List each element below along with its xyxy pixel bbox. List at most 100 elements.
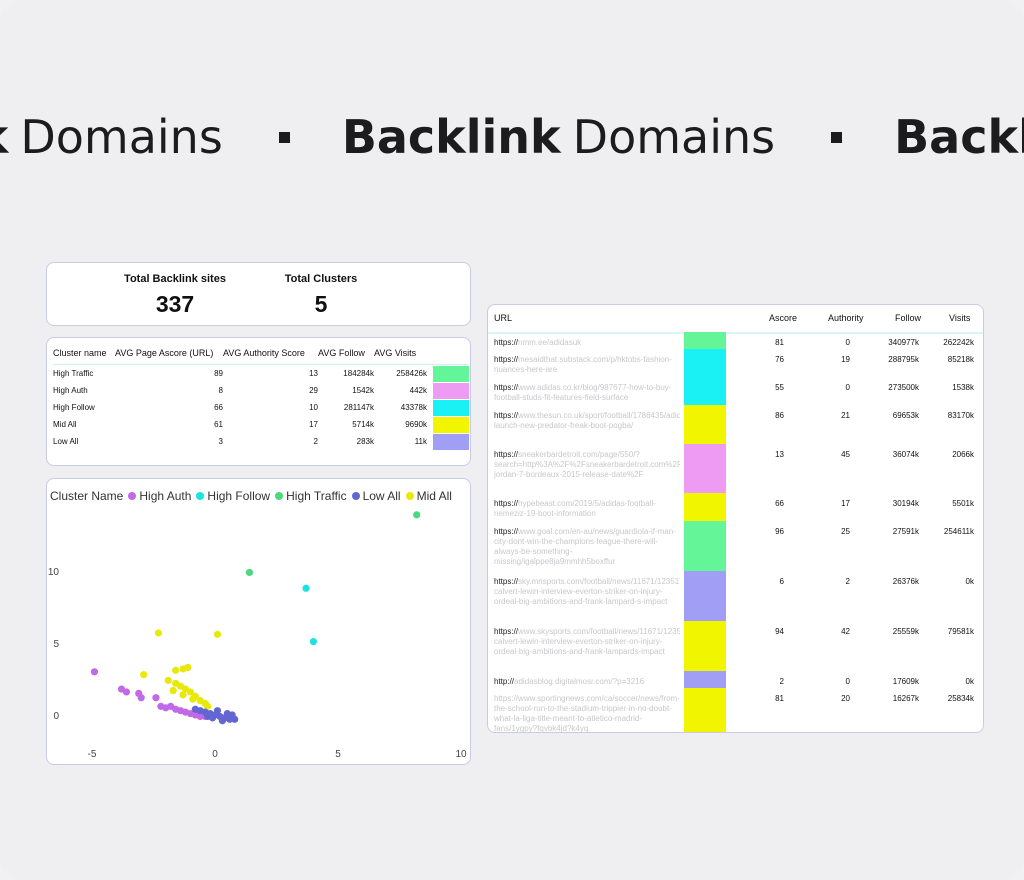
- point-mid-all[interactable]: [164, 676, 172, 685]
- cell-visits: 2066k: [952, 450, 974, 459]
- column-header[interactable]: AVG Authority Score: [223, 344, 318, 365]
- marquee-text: Domains: [572, 110, 776, 164]
- cell-follow: 25559k: [892, 627, 919, 636]
- cell-ascore: 81: [775, 694, 784, 703]
- column-header[interactable]: AVG Follow: [318, 344, 374, 365]
- kpi-value: 5: [314, 291, 328, 317]
- point-low-all[interactable]: [218, 717, 226, 725]
- point-high-auth[interactable]: [122, 688, 131, 696]
- column-header[interactable]: AVG Page Ascore (URL): [115, 344, 223, 365]
- cell-url[interactable]: https://www.skysports.com/football/news/…: [494, 627, 680, 673]
- column-header-authority[interactable]: Authority: [828, 313, 864, 323]
- cell-name: High Follow: [53, 403, 95, 412]
- url-path: sneakerbardetroit.com/page/550/?search=h…: [494, 450, 680, 479]
- cluster-color-bar: [684, 377, 726, 405]
- column-header-visits[interactable]: Visits: [949, 313, 970, 323]
- point-mid-all[interactable]: [140, 671, 148, 679]
- table-row[interactable]: https://hypebeast.com/2019/5/adidas-foot…: [488, 493, 983, 523]
- column-header-ascore[interactable]: Ascore: [769, 313, 797, 323]
- table-row[interactable]: https://www.goal.com/en-au/news/guardiol…: [488, 521, 983, 573]
- point-high-traffic[interactable]: [413, 511, 421, 519]
- point-mid-all[interactable]: [172, 666, 180, 674]
- cell-ascore: 3: [218, 437, 223, 446]
- cell-name: Mid All: [53, 420, 77, 429]
- column-header-follow[interactable]: Follow: [895, 313, 921, 323]
- point-high-auth[interactable]: [152, 694, 160, 702]
- cell-follow: 288795k: [888, 355, 919, 364]
- table-row[interactable]: https://nmm.ee/adidasuk 81 0 340977k 262242k: [488, 332, 983, 349]
- table-row[interactable]: http://adidasblog.digitalmosr.com/?p=321…: [488, 671, 983, 688]
- cluster-scatter-chart: Cluster Name High Auth High Follow High Tr…: [46, 478, 471, 765]
- cell-url[interactable]: https://www.goal.com/en-au/news/guardiol…: [494, 527, 680, 573]
- cell-url[interactable]: https://hypebeast.com/2019/5/adidas-foot…: [494, 499, 680, 523]
- cell-follow: 16267k: [892, 694, 919, 703]
- point-high-traffic[interactable]: [245, 568, 254, 577]
- cell-authority: 0: [845, 677, 850, 686]
- cell-url[interactable]: https://www.sportingnews.com/ca/soccer/n…: [494, 694, 680, 732]
- column-header[interactable]: Cluster name: [53, 344, 115, 365]
- cell-visits: 1538k: [952, 383, 974, 392]
- column-header[interactable]: AVG Visits: [374, 344, 427, 365]
- cell-authority: 10: [309, 403, 318, 412]
- cluster-color-bar: [684, 571, 726, 621]
- marquee-bold-text: nk: [0, 110, 8, 164]
- point-high-follow[interactable]: [309, 637, 317, 646]
- cell-visits: 0k: [965, 577, 974, 586]
- table-row[interactable]: https://sky.mnsports.com/football/news/1…: [488, 571, 983, 623]
- cell-ascore: 76: [775, 355, 784, 364]
- table-row[interactable]: Mid All 61 17 5714k 9690k: [53, 416, 469, 433]
- point-mid-all[interactable]: [179, 691, 187, 699]
- cluster-color-bar: [684, 349, 726, 377]
- point-mid-all[interactable]: [184, 663, 192, 672]
- point-mid-all[interactable]: [189, 695, 197, 703]
- point-mid-all[interactable]: [213, 630, 222, 638]
- table-row[interactable]: Low All 3 2 283k 11k: [53, 433, 469, 450]
- cell-follow: 26376k: [892, 577, 919, 586]
- cell-name: High Traffic: [53, 369, 94, 378]
- point-low-all[interactable]: [204, 712, 212, 721]
- table-row[interactable]: https://www.thesun.co.uk/sport/football/…: [488, 405, 983, 446]
- table-row[interactable]: https://www.skysports.com/football/news/…: [488, 621, 983, 673]
- cell-url[interactable]: https://www.thesun.co.uk/sport/football/…: [494, 411, 680, 446]
- cell-ascore: 96: [775, 527, 784, 536]
- cell-url[interactable]: https://mesaidthat.substack.com/p/hktobs…: [494, 355, 680, 379]
- table-row[interactable]: High Follow 66 10 281147k 43378k: [53, 399, 469, 416]
- url-prefix: https://: [494, 577, 519, 586]
- point-mid-all[interactable]: [169, 686, 177, 695]
- url-prefix: http://: [494, 677, 515, 686]
- point-high-auth[interactable]: [137, 694, 145, 702]
- table-row[interactable]: High Auth 8 29 1542k 442k: [53, 382, 469, 399]
- cell-ascore: 2: [779, 677, 784, 686]
- url-prefix: https://: [494, 355, 519, 364]
- table-row[interactable]: https://www.adidas.co.kr/blog/987677-how…: [488, 377, 983, 407]
- point-high-follow[interactable]: [302, 584, 310, 592]
- point-low-all[interactable]: [223, 709, 231, 718]
- x-tick-label: -5: [88, 749, 97, 760]
- cell-visits: 5501k: [952, 499, 974, 508]
- cell-visits: 9690k: [405, 420, 427, 429]
- column-header-color: [427, 344, 469, 365]
- cluster-color-bar: [684, 671, 726, 688]
- column-header-url[interactable]: URL: [494, 313, 512, 323]
- cell-authority: 45: [841, 450, 850, 459]
- cell-follow: 30194k: [892, 499, 919, 508]
- table-row[interactable]: High Traffic 89 13 184284k 258426k: [53, 365, 469, 383]
- cell-visits: 85218k: [947, 355, 974, 364]
- cell-url[interactable]: https://sky.mnsports.com/football/news/1…: [494, 577, 680, 623]
- cell-visits: 79581k: [947, 627, 974, 636]
- cell-authority: 2: [845, 577, 850, 586]
- table-row[interactable]: https://mesaidthat.substack.com/p/hktobs…: [488, 349, 983, 379]
- point-low-all[interactable]: [213, 707, 222, 715]
- cell-visits: 262242k: [943, 338, 974, 347]
- cell-authority: 17: [309, 420, 318, 429]
- table-row[interactable]: https://sneakerbardetroit.com/page/550/?…: [488, 444, 983, 495]
- cell-url[interactable]: https://www.adidas.co.kr/blog/987677-how…: [494, 383, 680, 407]
- url-prefix: https://: [494, 411, 519, 420]
- cell-url[interactable]: https://sneakerbardetroit.com/page/550/?…: [494, 450, 680, 495]
- point-mid-all[interactable]: [154, 629, 163, 637]
- table-row[interactable]: https://www.sportingnews.com/ca/soccer/n…: [488, 688, 983, 732]
- url-path: mesaidthat.substack.com/p/hktobs-fashion…: [494, 355, 672, 374]
- cell-authority: 2: [313, 437, 318, 446]
- cluster-color-bar: [684, 405, 726, 444]
- point-high-auth[interactable]: [90, 668, 99, 676]
